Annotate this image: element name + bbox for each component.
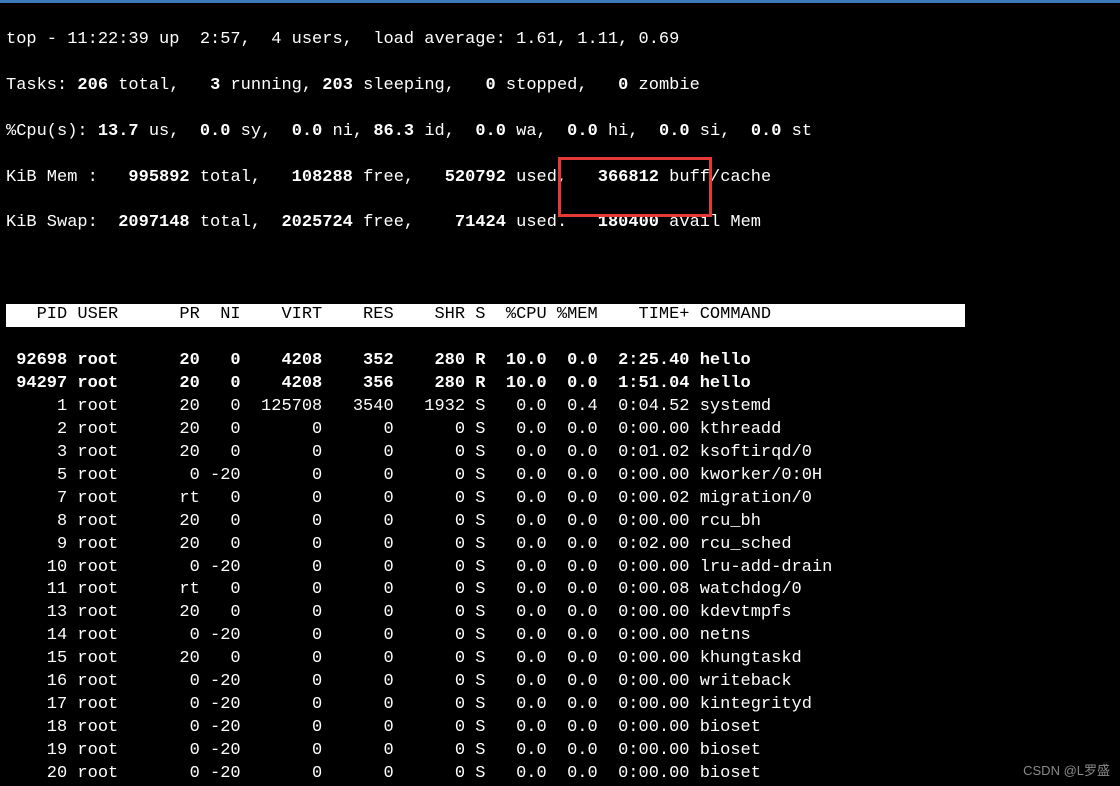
summary-cpu: %Cpu(s): 13.7 us, 0.0 sy, 0.0 ni, 86.3 i… [6,121,1114,144]
blank-line [6,258,1114,281]
process-row: 94297 root 20 0 4208 356 280 R 10.0 0.0 … [6,373,1114,396]
process-row: 15 root 20 0 0 0 0 S 0.0 0.0 0:00.00 khu… [6,648,1114,671]
process-row: 7 root rt 0 0 0 0 S 0.0 0.0 0:00.02 migr… [6,488,1114,511]
process-row: 10 root 0 -20 0 0 0 S 0.0 0.0 0:00.00 lr… [6,557,1114,580]
process-row: 5 root 0 -20 0 0 0 S 0.0 0.0 0:00.00 kwo… [6,465,1114,488]
process-row: 9 root 20 0 0 0 0 S 0.0 0.0 0:02.00 rcu_… [6,534,1114,557]
process-row: 19 root 0 -20 0 0 0 S 0.0 0.0 0:00.00 bi… [6,740,1114,763]
summary-swap: KiB Swap: 2097148 total, 2025724 free, 7… [6,212,1114,235]
process-row: 18 root 0 -20 0 0 0 S 0.0 0.0 0:00.00 bi… [6,717,1114,740]
watermark: CSDN @L罗盛 [1023,762,1110,780]
window-top-border [0,0,1120,3]
summary-mem: KiB Mem : 995892 total, 108288 free, 520… [6,167,1114,190]
summary-line-1: top - 11:22:39 up 2:57, 4 users, load av… [6,29,1114,52]
process-row: 1 root 20 0 125708 3540 1932 S 0.0 0.4 0… [6,396,1114,419]
terminal[interactable]: top - 11:22:39 up 2:57, 4 users, load av… [6,6,1114,786]
summary-tasks: Tasks: 206 total, 3 running, 203 sleepin… [6,75,1114,98]
process-row: 3 root 20 0 0 0 0 S 0.0 0.0 0:01.02 ksof… [6,442,1114,465]
process-row: 92698 root 20 0 4208 352 280 R 10.0 0.0 … [6,350,1114,373]
process-row: 17 root 0 -20 0 0 0 S 0.0 0.0 0:00.00 ki… [6,694,1114,717]
column-header-row: PID USER PR NI VIRT RES SHR S %CPU %MEM … [6,304,1114,327]
process-row: 11 root rt 0 0 0 0 S 0.0 0.0 0:00.08 wat… [6,579,1114,602]
process-row: 14 root 0 -20 0 0 0 S 0.0 0.0 0:00.00 ne… [6,625,1114,648]
process-row: 20 root 0 -20 0 0 0 S 0.0 0.0 0:00.00 bi… [6,763,1114,786]
process-row: 8 root 20 0 0 0 0 S 0.0 0.0 0:00.00 rcu_… [6,511,1114,534]
process-row: 2 root 20 0 0 0 0 S 0.0 0.0 0:00.00 kthr… [6,419,1114,442]
process-row: 16 root 0 -20 0 0 0 S 0.0 0.0 0:00.00 wr… [6,671,1114,694]
process-row: 13 root 20 0 0 0 0 S 0.0 0.0 0:00.00 kde… [6,602,1114,625]
